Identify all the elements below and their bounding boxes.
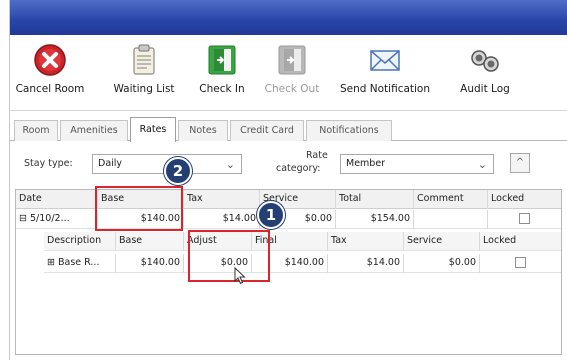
col-comment[interactable]: Comment — [414, 190, 488, 209]
collapse-row-icon[interactable]: ⊟ — [19, 213, 27, 224]
callout-badge-1: 1 — [257, 201, 285, 229]
waiting-list-button[interactable]: Waiting List — [106, 43, 182, 95]
stay-type-value: Daily — [98, 158, 123, 169]
tab-room[interactable]: Room — [14, 120, 58, 141]
tab-strip: Room Amenities Rates Notes Credit Card N… — [10, 117, 567, 142]
envelope-icon — [370, 50, 400, 71]
col-detail-base[interactable]: Base — [116, 232, 184, 251]
chevron-down-icon: ⌄ — [225, 158, 235, 171]
toolbar: Cancel Room Waiting List Check In Check … — [10, 35, 567, 111]
description-cell: ⊞ Base R... — [44, 254, 116, 273]
tab-rates[interactable]: Rates — [130, 117, 176, 142]
collapse-button[interactable]: ^ — [510, 153, 530, 173]
check-in-door-icon — [208, 45, 236, 75]
tab-amenities[interactable]: Amenities — [60, 120, 128, 141]
send-notification-label: Send Notification — [339, 83, 431, 95]
base-highlight-box — [95, 186, 183, 231]
detail-locked-cell — [480, 254, 561, 273]
check-out-label: Check Out — [264, 83, 320, 95]
send-notification-button[interactable]: Send Notification — [332, 43, 438, 95]
cancel-icon — [34, 44, 66, 76]
check-in-button[interactable]: Check In — [192, 43, 252, 95]
col-detail-tax[interactable]: Tax — [328, 232, 404, 251]
check-in-label: Check In — [199, 83, 245, 95]
detail-locked-checkbox[interactable] — [515, 257, 526, 268]
audit-log-button[interactable]: Audit Log — [450, 43, 520, 95]
window-titlebar — [10, 0, 567, 35]
detail-base-cell: $140.00 — [116, 254, 184, 273]
comment-cell — [414, 210, 488, 229]
rate-category-select[interactable]: Member ⌄ — [340, 154, 494, 174]
expand-row-icon[interactable]: ⊞ — [47, 257, 55, 268]
reservation-window: Cancel Room Waiting List Check In Check … — [9, 0, 567, 360]
adjust-highlight-box — [188, 230, 270, 282]
cancel-room-label: Cancel Room — [15, 83, 85, 95]
col-date[interactable]: Date — [16, 190, 98, 209]
check-out-button[interactable]: Check Out — [262, 43, 322, 95]
audit-log-label: Audit Log — [460, 83, 510, 95]
locked-cell — [488, 210, 561, 229]
col-detail-service[interactable]: Service — [404, 232, 480, 251]
detail-row[interactable]: ⊞ Base R... $140.00 $0.00 $140.00 $14.00… — [44, 254, 561, 273]
date-cell: ⊟ 5/10/2... — [16, 210, 98, 229]
rate-category-label-line1: Rate — [306, 150, 328, 161]
col-tax[interactable]: Tax — [184, 190, 260, 209]
stay-type-label: Stay type: — [24, 158, 73, 169]
col-locked[interactable]: Locked — [488, 190, 561, 209]
date-value: 5/10/2... — [30, 213, 70, 224]
col-description[interactable]: Description — [44, 232, 116, 251]
rate-filters: Stay type: Daily ⌄ Rate category: Member… — [10, 142, 567, 184]
tab-notifications[interactable]: Notifications — [306, 120, 392, 141]
chevron-down-icon: ⌄ — [477, 158, 487, 171]
waiting-list-label: Waiting List — [113, 83, 175, 95]
binoculars-icon — [471, 50, 499, 72]
tab-credit-card[interactable]: Credit Card — [230, 120, 304, 141]
tab-notes[interactable]: Notes — [178, 120, 228, 141]
locked-checkbox[interactable] — [519, 213, 530, 224]
cancel-room-button[interactable]: Cancel Room — [15, 43, 85, 95]
col-total[interactable]: Total — [336, 190, 414, 209]
callout-badge-2: 2 — [164, 157, 192, 185]
col-detail-locked[interactable]: Locked — [480, 232, 561, 251]
clipboard-icon — [133, 44, 155, 75]
detail-tax-cell: $14.00 — [328, 254, 404, 273]
mouse-cursor-icon — [234, 267, 246, 285]
check-out-door-icon — [278, 45, 306, 75]
rate-category-value: Member — [346, 158, 386, 169]
description-value: Base R... — [58, 257, 100, 268]
rate-category-label-line2: category: — [276, 163, 321, 174]
detail-header: Description Base Adjust Final Tax Servic… — [44, 232, 561, 251]
detail-service-cell: $0.00 — [404, 254, 480, 273]
tax-cell: $14.00 — [184, 210, 260, 229]
total-cell: $154.00 — [336, 210, 414, 229]
